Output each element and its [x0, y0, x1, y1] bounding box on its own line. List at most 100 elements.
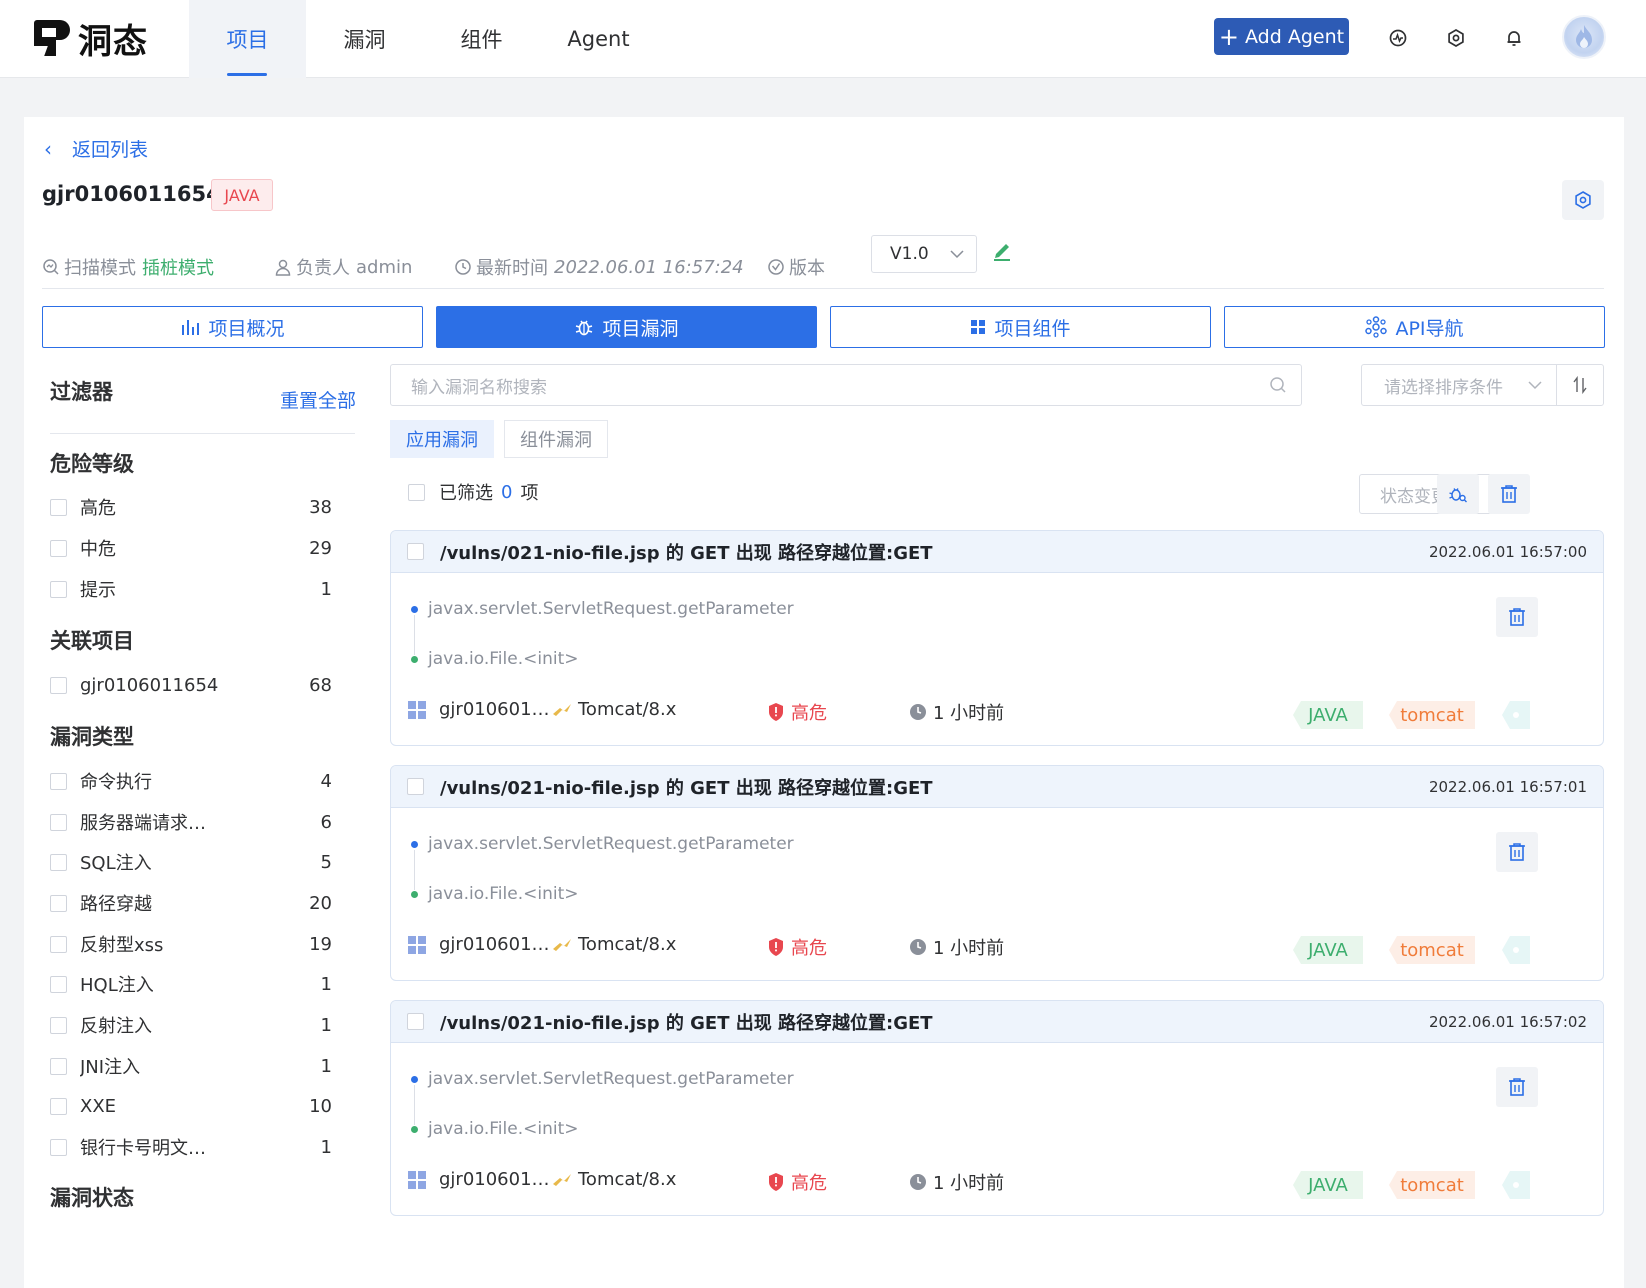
filter-item-type[interactable]: 命令执行 4 — [50, 768, 332, 794]
edit-version-icon[interactable] — [992, 239, 1012, 265]
checkbox[interactable] — [50, 975, 67, 993]
vuln-checkbox[interactable] — [407, 1013, 424, 1030]
grid-icon — [408, 1170, 426, 1189]
vuln-age-text: 1 小时前 — [933, 938, 1005, 959]
checkbox[interactable] — [50, 1057, 67, 1075]
checkbox[interactable] — [50, 539, 67, 557]
filter-item-label: gjr0106011654 — [80, 674, 219, 696]
brand-logo[interactable]: 洞态 — [30, 18, 148, 62]
vuln-project-name: gjr010601… — [439, 699, 550, 720]
vuln-delete-button[interactable] — [1496, 597, 1538, 637]
checkbox[interactable] — [50, 580, 67, 598]
tomcat-icon — [553, 1173, 571, 1186]
clock-icon — [910, 1174, 926, 1190]
tab-overview[interactable]: 项目概况 — [42, 306, 423, 348]
tab-api-nav[interactable]: API导航 — [1224, 306, 1605, 348]
vuln-level: 高危 — [767, 699, 827, 725]
tab-components[interactable]: 项目组件 — [830, 306, 1211, 348]
vuln-title[interactable]: /vulns/021-nio-file.jsp 的 GET 出现 路径穿越位置:… — [440, 1009, 1429, 1035]
monitor-icon[interactable] — [1384, 24, 1412, 52]
filter-item-project[interactable]: gjr0106011654 68 — [50, 672, 332, 698]
nav-item-projects[interactable]: 项目 — [189, 0, 306, 78]
filter-item-label: XXE — [80, 1095, 117, 1117]
settings-icon[interactable] — [1442, 24, 1470, 52]
vuln-delete-button[interactable] — [1496, 832, 1538, 872]
checkbox[interactable] — [50, 1138, 67, 1156]
select-all-checkbox[interactable] — [408, 483, 425, 501]
tomcat-icon — [553, 938, 571, 951]
nav-item-components[interactable]: 组件 — [423, 0, 540, 78]
back-to-list-link[interactable]: ‹ 返回列表 — [44, 135, 148, 162]
checkbox[interactable] — [50, 1097, 67, 1115]
sort-select[interactable]: 请选择排序条件 — [1361, 364, 1557, 406]
language-badge: JAVA — [211, 179, 273, 211]
vuln-search-input[interactable]: 输入漏洞名称搜索 — [390, 364, 1302, 406]
filter-item-type[interactable]: JNI注入 1 — [50, 1053, 332, 1079]
filter-item-type[interactable]: 反射注入 1 — [50, 1012, 332, 1038]
trace-sink-text: java.io.File.<init> — [428, 884, 579, 904]
filter-item-label: 反射型xss — [80, 935, 164, 956]
filter-item-info[interactable]: 提示 1 — [50, 576, 332, 602]
version-value: V1.0 — [890, 244, 929, 264]
user-avatar[interactable] — [1562, 15, 1606, 59]
project-name: gjr0106011654 — [42, 182, 221, 206]
reset-all-link[interactable]: 重置全部 — [280, 386, 356, 413]
subtab-app-vulns[interactable]: 应用漏洞 — [390, 420, 494, 458]
main-nav: 项目 漏洞 组件 Agent — [189, 0, 657, 78]
vuln-card[interactable]: /vulns/021-nio-file.jsp 的 GET 出现 路径穿越位置:… — [390, 765, 1604, 981]
project-settings-button[interactable] — [1562, 180, 1604, 220]
filter-item-type[interactable]: SQL注入 5 — [50, 849, 332, 875]
project-detail-card: ‹ 返回列表 gjr0106011654 JAVA 扫描模式 插桩模式 负责人 … — [24, 117, 1624, 1288]
bulk-delete-button[interactable] — [1488, 474, 1530, 514]
vuln-server-name: Tomcat/8.x — [578, 934, 677, 955]
vuln-checkbox[interactable] — [407, 543, 424, 560]
shield-icon — [769, 1173, 783, 1191]
checkbox[interactable] — [50, 935, 67, 953]
version: 版本 — [767, 254, 825, 280]
version-select[interactable]: V1.0 — [871, 235, 977, 273]
filter-item-type[interactable]: HQL注入 1 — [50, 971, 332, 997]
bell-icon[interactable] — [1500, 24, 1528, 52]
checkbox[interactable] — [50, 772, 67, 790]
sort-order-button[interactable] — [1556, 364, 1604, 406]
search-placeholder: 输入漏洞名称搜索 — [411, 377, 547, 398]
nav-item-vulns[interactable]: 漏洞 — [306, 0, 423, 78]
vuln-title[interactable]: /vulns/021-nio-file.jsp 的 GET 出现 路径穿越位置:… — [440, 539, 1429, 565]
bar-chart-icon — [182, 320, 200, 335]
search-icon[interactable] — [1269, 376, 1287, 394]
filter-item-medium[interactable]: 中危 29 — [50, 535, 332, 561]
nav-item-agent[interactable]: Agent — [540, 0, 657, 78]
vuln-card[interactable]: /vulns/021-nio-file.jsp 的 GET 出现 路径穿越位置:… — [390, 530, 1604, 746]
add-agent-button[interactable]: + Add Agent — [1214, 18, 1349, 55]
back-label: 返回列表 — [72, 139, 149, 161]
clock-icon — [455, 259, 471, 275]
filter-item-label: 银行卡号明文… — [80, 1138, 206, 1159]
subtab-component-vulns[interactable]: 组件漏洞 — [504, 420, 608, 458]
section-related-project: 关联项目 — [50, 629, 134, 653]
vuln-checkbox[interactable] — [407, 778, 424, 795]
checkbox[interactable] — [50, 853, 67, 871]
checkbox[interactable] — [50, 813, 67, 831]
scan-mode-value: 插桩模式 — [142, 258, 214, 279]
filter-item-type[interactable]: 银行卡号明文… 1 — [50, 1134, 332, 1160]
filter-item-count: 6 — [320, 811, 332, 833]
vuln-title[interactable]: /vulns/021-nio-file.jsp 的 GET 出现 路径穿越位置:… — [440, 774, 1429, 800]
checkbox[interactable] — [50, 498, 67, 516]
tag-java: JAVA — [1293, 701, 1363, 729]
filter-item-type[interactable]: XXE 10 — [50, 1093, 332, 1119]
filter-item-type[interactable]: 反射型xss 19 — [50, 931, 332, 957]
checkbox[interactable] — [50, 1016, 67, 1034]
tab-vulns[interactable]: 项目漏洞 — [436, 306, 817, 348]
recheck-button[interactable] — [1437, 474, 1479, 514]
checkbox[interactable] — [50, 894, 67, 912]
filter-item-type[interactable]: 路径穿越 20 — [50, 890, 332, 916]
filter-item-type[interactable]: 服务器端请求… 6 — [50, 809, 332, 835]
vuln-card-header: /vulns/021-nio-file.jsp 的 GET 出现 路径穿越位置:… — [391, 1001, 1603, 1043]
vuln-card[interactable]: /vulns/021-nio-file.jsp 的 GET 出现 路径穿越位置:… — [390, 1000, 1604, 1216]
owner-value: admin — [356, 256, 413, 278]
trace-connector — [414, 1085, 415, 1125]
vuln-delete-button[interactable] — [1496, 1067, 1538, 1107]
vuln-time: 2022.06.01 16:57:00 — [1428, 542, 1587, 561]
checkbox[interactable] — [50, 676, 67, 694]
filter-item-high[interactable]: 高危 38 — [50, 494, 332, 520]
